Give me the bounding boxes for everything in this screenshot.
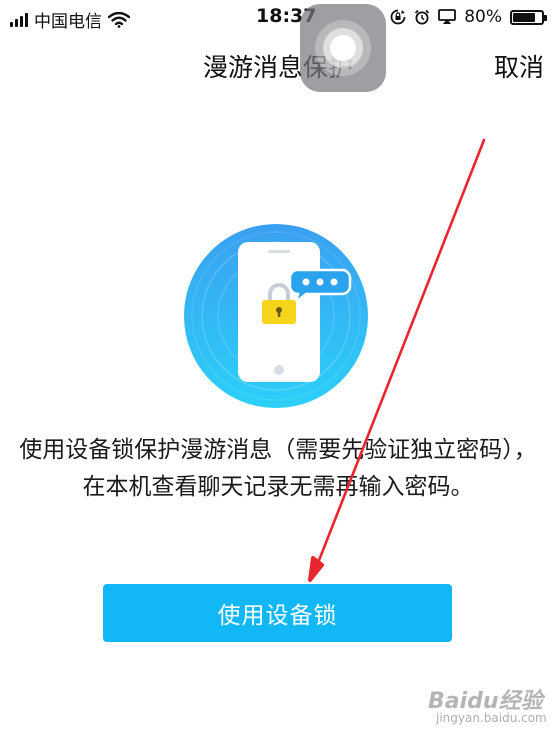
use-device-lock-button[interactable]: 使用设备锁 [103,584,452,642]
status-right: 80% [390,7,547,27]
cancel-button[interactable]: 取消 [494,48,544,84]
battery-icon [510,9,547,25]
wifi-icon [108,11,130,28]
status-left: 中国电信 [10,7,130,32]
rotation-lock-icon [390,9,406,25]
assistive-touch-button[interactable] [300,4,386,92]
description-text: 使用设备锁保护漫游消息（需要先验证独立密码），在本机查看聊天记录无需再输入密码。 [19,437,537,500]
status-bar: 中国电信 18:37 80% [0,0,556,34]
phone-lock-icon [184,224,368,408]
alarm-icon [415,9,430,25]
watermark-url: jingyan.baidu.com [436,711,547,725]
battery-percent: 80% [464,7,502,27]
battery-level [513,12,536,22]
airplay-icon [438,9,457,24]
carrier-label: 中国电信 [34,12,102,32]
watermark: Baidu经验 jingyan.baidu.com [410,683,550,733]
page-title: 漫游消息保护 [202,53,353,82]
signal-icon [10,12,28,27]
